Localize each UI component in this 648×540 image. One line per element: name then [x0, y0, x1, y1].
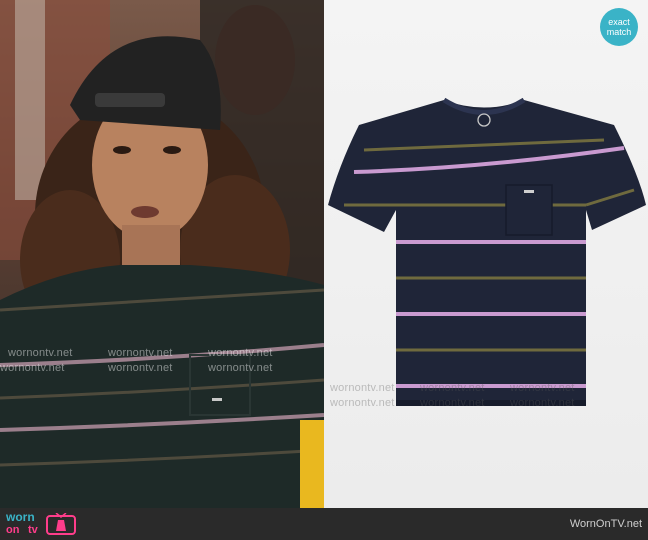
tv-dress-icon — [46, 513, 76, 535]
wornontv-logo[interactable]: worn on tv — [6, 511, 76, 537]
actor-illustration — [0, 0, 324, 508]
striped-tshirt-illustration — [328, 97, 646, 406]
site-url[interactable]: WornOnTV.net — [570, 518, 642, 530]
product-photo — [324, 0, 648, 508]
brand-on: on — [6, 524, 20, 536]
brand-tv: tv — [28, 524, 38, 536]
badge-line1: exact — [608, 17, 630, 27]
brand-worn: worn — [6, 510, 35, 524]
exact-match-badge: exact match — [600, 8, 638, 46]
footer-bar — [0, 508, 648, 540]
badge-line2: match — [606, 27, 632, 37]
actor-photo — [0, 0, 324, 508]
